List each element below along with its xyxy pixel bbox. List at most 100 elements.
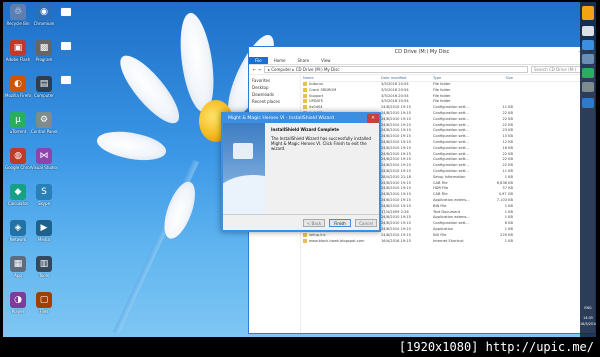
wizard-heading: InstallShield Wizard Complete (271, 127, 339, 132)
app-icon: ♲ (10, 4, 26, 20)
desktop-icon-label: Visual Studio (31, 165, 57, 170)
folder-icon[interactable] (61, 76, 71, 84)
install-wizard-dialog: Might & Magic Heroes VI - InstallShield … (221, 112, 381, 232)
app-icon: ▦ (10, 256, 26, 272)
desktop-icon[interactable]: ▦ App (5, 256, 31, 278)
utorrent-taskbar-icon[interactable] (582, 68, 594, 78)
folder-icon[interactable] (61, 42, 71, 50)
desktop-icon-label: Player (11, 309, 25, 314)
tab-view[interactable]: View (315, 57, 337, 64)
desktop-icon[interactable]: μ uTorrent (5, 112, 31, 134)
desktop-icon-label: Control Panel (31, 129, 57, 134)
address-row: ← → ▸ Computer ▸ CD Drive (M:) My Disc S… (249, 65, 595, 75)
back-arrow-icon[interactable]: ← → (253, 67, 261, 72)
desktop-icon[interactable]: ▥ Tools (31, 256, 57, 278)
back-button[interactable]: < Back (303, 219, 325, 227)
column-date[interactable]: Date modified (381, 75, 433, 81)
app-icon: S (36, 184, 52, 200)
desktop-icon-label: Computer (34, 93, 54, 98)
wizard-message: The InstallShield Wizard has successfull… (271, 136, 371, 151)
app-icon: ⋈ (36, 148, 52, 164)
cancel-button[interactable]: Cancel (355, 219, 377, 227)
game-app-icon[interactable] (582, 6, 594, 20)
address-bar[interactable]: ▸ Computer ▸ CD Drive (M:) My Disc (263, 66, 528, 73)
app-icon: ▥ (36, 256, 52, 272)
desktop-icon[interactable]: ▩ Program (31, 40, 57, 62)
tab-file[interactable]: File (249, 57, 268, 64)
desktop-icon[interactable]: ◐ Mozilla Firefox (5, 76, 31, 98)
file-icon (303, 105, 307, 110)
desktop-icon[interactable]: ◉ Chromium (31, 4, 57, 26)
desktop-icon-label: Media (37, 237, 50, 242)
app-icon: ▤ (36, 76, 52, 92)
table-cell: 16/4/2016 19:15 (381, 238, 411, 243)
image-caption: [1920x1080] http://upic.me/ (0, 338, 600, 357)
flower-petal (175, 10, 219, 115)
clock-time[interactable]: 14:05 (580, 316, 596, 320)
banner-wave (223, 175, 265, 216)
app-icon: μ (10, 112, 26, 128)
explorer-titlebar[interactable]: CD Drive (M:) My Disc – ▢ ✕ (249, 47, 595, 57)
wizard-footer: < Back Finish Cancel (223, 214, 379, 230)
wizard-banner (223, 123, 265, 216)
file-icon (303, 99, 307, 104)
desktop-icon-label: Mozilla Firefox (5, 93, 31, 98)
nav-item[interactable]: Desktop (252, 84, 297, 91)
finish-button[interactable]: Finish (329, 219, 351, 227)
desktop-icon[interactable]: ⚙ Control Panel (31, 112, 57, 134)
installshield-logo-icon (233, 143, 253, 159)
desktop-icon[interactable]: S Skype (31, 184, 57, 206)
taskbar: ENG 14:05 16/5/2016 (580, 2, 596, 337)
desktop-icon[interactable]: ▤ Computer (31, 76, 57, 98)
app-icon: ▢ (36, 292, 52, 308)
desktop-icon-label: Skype (37, 201, 51, 206)
column-size[interactable]: Size (483, 75, 513, 81)
desktop-icon[interactable]: ▣ Adobe Flash (5, 40, 31, 62)
table-cell: Internet Shortcut (433, 238, 464, 243)
app-icon: ◉ (36, 4, 52, 20)
desktop-icon-label: Tools (39, 273, 49, 278)
desktop-icon[interactable]: ◍Google Chrome (5, 148, 31, 170)
file-icon (303, 82, 307, 86)
app-icon: ◑ (10, 292, 26, 308)
file-icon (303, 93, 307, 98)
language-indicator[interactable]: ENG (580, 306, 596, 310)
desktop-icon[interactable]: ▢ Files (31, 292, 57, 314)
clock-date[interactable]: 16/5/2016 (580, 322, 596, 326)
desktop-icon[interactable]: ◑ Player (5, 292, 31, 314)
tab-home[interactable]: Home (268, 57, 292, 64)
folder-icon[interactable] (61, 8, 71, 16)
wizard-titlebar[interactable]: Might & Magic Heroes VI - InstallShield … (223, 114, 379, 123)
table-cell: 1 KB (504, 238, 513, 243)
app-taskbar-icon[interactable] (582, 54, 594, 64)
installer-taskbar-icon[interactable] (582, 40, 594, 50)
nav-item[interactable]: Recent places (252, 98, 297, 105)
column-type[interactable]: Type (433, 75, 483, 81)
desktop-icon-label: Chromium (33, 21, 55, 26)
column-name[interactable]: Name (303, 75, 381, 81)
desktop-icon[interactable]: ♲ Recycle Bin (5, 4, 31, 26)
desktop-icon-label: Network (9, 237, 27, 242)
file-icon (303, 238, 307, 243)
table-row[interactable]: www.black-hawk.blogspot.com 16/4/2016 19:… (303, 238, 593, 245)
desktop-icon-label: Calculator (7, 201, 29, 206)
file-list-header: Name Date modified Type Size (303, 75, 593, 82)
desktop-icon[interactable]: ▶ Media (31, 220, 57, 242)
flower-petal (94, 127, 169, 165)
desktop-icon[interactable]: ◆ Calculator (5, 184, 31, 206)
desktop: ♲ Recycle Bin ◉ Chromium ▣ Adobe Flash ▩ Progra… (3, 2, 596, 337)
explorer-taskbar-icon[interactable] (582, 26, 594, 36)
nav-item (252, 105, 297, 112)
desktop-icon-label: Program (35, 57, 53, 62)
close-icon[interactable]: ✕ (367, 114, 379, 123)
nav-item[interactable]: Favorites (252, 77, 297, 84)
ie-taskbar-icon[interactable] (582, 98, 594, 108)
wizard-title: Might & Magic Heroes VI - InstallShield … (228, 116, 335, 121)
ribbon-tabs: File Home Share View (249, 57, 595, 65)
explorer-title: CD Drive (M:) My Disc (394, 49, 450, 55)
nav-item[interactable]: Downloads (252, 91, 297, 98)
tools-taskbar-icon[interactable] (582, 82, 594, 92)
desktop-icon[interactable]: ⋈ Visual Studio (31, 148, 57, 170)
tab-share[interactable]: Share (292, 57, 316, 64)
desktop-icon[interactable]: ◈ Network (5, 220, 31, 242)
